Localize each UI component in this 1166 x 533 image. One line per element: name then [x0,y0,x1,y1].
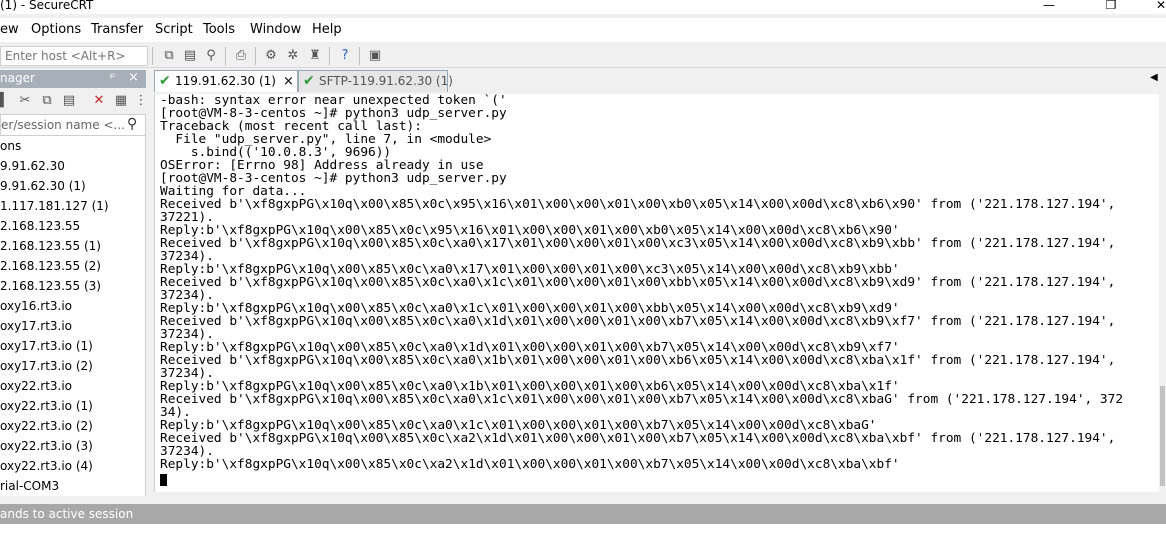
toolbar: ⧉ ▤ ⚲ ⎙ ⚙ ✲ ♜ ? ▣ [0,44,1166,68]
tab-scroll-left-icon[interactable]: ◀ [1150,72,1158,83]
paste-icon[interactable]: ▤ [181,47,199,65]
close-tab-icon[interactable]: × [283,74,294,89]
maximize-icon[interactable]: ❐ [1096,0,1126,12]
menu-script[interactable]: Script [155,22,193,37]
terminal-line: Received b'\xf8gxpPG\x10q\x00\x85\x0c\xa… [160,431,1116,446]
session-item[interactable]: 2.168.123.55 (1) [0,239,101,253]
copy-icon[interactable]: ⧉ [160,47,178,65]
session-item[interactable]: oxy17.rt3.io [0,319,72,333]
terminal-line: Received b'\xf8gxpPG\x10q\x00\x85\x0c\xa… [160,275,1116,290]
search-icon[interactable]: ⚲ [127,116,137,132]
menu-tools[interactable]: Tools [203,22,235,37]
bottom-strip [0,524,1166,533]
session-item[interactable]: oxy22.rt3.io [0,379,72,393]
status-bar: ands to active session [0,504,1166,524]
terminal[interactable]: -bash: syntax error near unexpected toke… [154,94,1159,492]
session-item[interactable]: 9.91.62.30 [0,159,65,173]
tab-label: 119.91.62.30 (1) [175,74,276,88]
delete-icon[interactable]: ✕ [90,92,108,110]
toolbar-separator [255,47,256,65]
cut-icon[interactable]: ✂ [16,92,34,110]
session-item[interactable]: oxy17.rt3.io (1) [0,339,93,353]
terminal-cursor [160,474,167,486]
pin-icon[interactable]: ᵖ [110,70,115,84]
window-title: (1) - SecureCRT [0,0,94,12]
host-input[interactable] [0,46,148,66]
find-icon[interactable]: ⚲ [202,47,220,65]
session-item[interactable]: oxy22.rt3.io (1) [0,399,93,413]
session-manager-title: nager [0,71,35,85]
menu-help[interactable]: Help [312,22,342,37]
global-options-icon[interactable]: ✲ [284,47,302,65]
toolbar-separator [225,47,226,65]
more-icon[interactable]: ⋮ [132,92,150,110]
session-manager-header: nager ᵖ × [0,70,146,88]
session-item[interactable]: 1.117.181.127 (1) [0,199,109,213]
print-icon[interactable]: ⎙ [232,47,250,65]
title-bar: (1) - SecureCRT — ❐ ✕ [0,0,1166,14]
menu-view[interactable]: ew [0,22,19,37]
connect-icon[interactable]: ▍ [0,92,14,110]
session-item[interactable]: ons [0,139,21,153]
session-filter-placeholder: er/session name <... [1,118,125,132]
copy-icon[interactable]: ⧉ [38,92,56,110]
tab-session-active[interactable]: ✔ 119.91.62.30 (1) × [154,70,298,92]
close-icon[interactable]: ✕ [1146,0,1166,12]
terminal-line: Received b'\xf8gxpPG\x10q\x00\x85\x0c\xa… [160,392,1124,407]
terminal-line: Received b'\xf8gxpPG\x10q\x00\x85\x0c\xa… [160,353,1116,368]
terminal-line: Received b'\xf8gxpPG\x10q\x00\x85\x0c\xa… [160,314,1116,329]
terminal-line: Received b'\xf8gxpPG\x10q\x00\x85\x0c\xa… [160,236,1116,251]
menu-transfer[interactable]: Transfer [91,22,143,37]
settings-icon[interactable]: ⚙ [262,47,280,65]
terminal-line: Reply:b'\xf8gxpPG\x10q\x00\x85\x0c\xa2\x… [160,457,900,472]
session-item[interactable]: 2.168.123.55 (3) [0,279,101,293]
session-item[interactable]: oxy22.rt3.io (3) [0,439,93,453]
key-icon[interactable]: ♜ [306,47,324,65]
properties-icon[interactable]: ▦ [112,92,130,110]
session-item[interactable]: 2.168.123.55 [0,219,80,233]
paste-icon[interactable]: ▤ [60,92,78,110]
session-manager-toolbar: ▍ ✂ ⧉ ▤ ✕ ▦ ⋮ [0,90,148,112]
scrollbar-thumb[interactable] [1160,386,1165,486]
toolbar-separator [359,47,360,65]
minimize-icon[interactable]: — [1034,0,1064,12]
session-item[interactable]: rial-COM3 [0,479,59,493]
session-item[interactable]: oxy16.rt3.io [0,299,72,313]
session-filter[interactable]: er/session name <... ⚲ [0,114,146,136]
check-icon: ✔ [159,73,171,89]
check-icon: ✔ [303,73,315,89]
close-icon[interactable]: × [128,70,139,85]
terminal-scrollbar[interactable] [1159,94,1166,492]
toolbar-separator [329,47,330,65]
terminal-line: Received b'\xf8gxpPG\x10q\x00\x85\x0c\x9… [160,197,1116,212]
tab-bar: ✔ 119.91.62.30 (1) × ✔ SFTP-119.91.62.30… [150,68,1166,92]
status-text: ands to active session [0,507,134,521]
session-item[interactable]: 9.91.62.30 (1) [0,179,86,193]
session-list: ons 9.91.62.30 9.91.62.30 (1) 1.117.181.127… [0,136,146,496]
session-item[interactable]: oxy22.rt3.io (4) [0,459,93,473]
session-item[interactable]: oxy17.rt3.io (2) [0,359,93,373]
session-item[interactable]: 2.168.123.55 (2) [0,259,101,273]
menu-window[interactable]: Window [250,22,301,37]
tab-sftp[interactable]: ✔ SFTP-119.91.62.30 (1) [298,70,453,92]
help-icon[interactable]: ? [336,47,354,65]
command-bar [0,496,1166,504]
toolbar-separator [152,47,153,65]
tab-label: SFTP-119.91.62.30 (1) [319,74,453,88]
menu-bar: ew Options Transfer Script Tools Window … [0,18,1166,42]
menu-options[interactable]: Options [31,22,81,37]
session-window-icon[interactable]: ▣ [366,47,384,65]
session-item[interactable]: oxy22.rt3.io (2) [0,419,93,433]
